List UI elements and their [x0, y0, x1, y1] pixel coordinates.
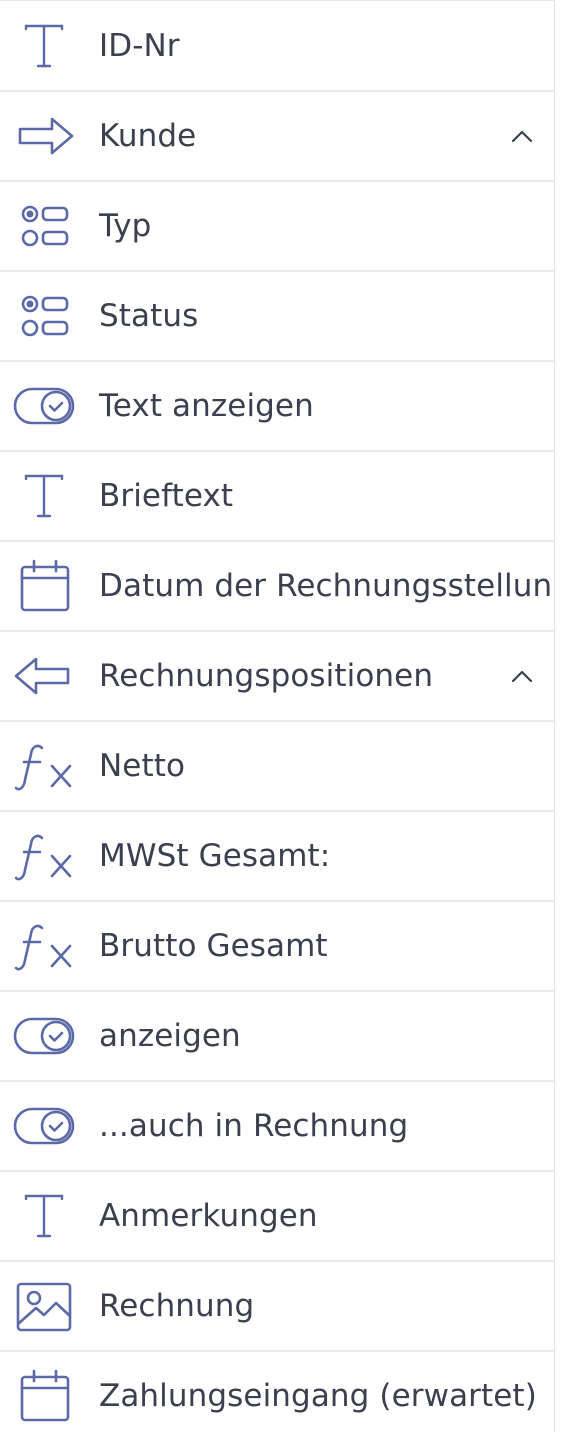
options-icon	[12, 288, 76, 344]
field-row[interactable]: anzeigen	[0, 992, 566, 1082]
field-row[interactable]: Text anzeigen	[0, 362, 566, 452]
field-row[interactable]: Netto	[0, 722, 566, 812]
field-label: Anmerkungen	[99, 1198, 318, 1234]
field-label: Rechnungspositionen	[99, 658, 434, 694]
text-icon	[12, 1188, 76, 1244]
field-label: Status	[99, 298, 199, 334]
toggle-check-icon	[12, 378, 76, 434]
field-label: Kunde	[99, 118, 197, 154]
arrow-left-icon	[12, 648, 76, 704]
field-label: Text anzeigen	[99, 388, 314, 424]
formula-icon	[12, 738, 76, 794]
field-label: Rechnung	[99, 1288, 255, 1324]
text-icon	[12, 468, 76, 524]
field-label: Zahlungseingang (erwartet)	[99, 1378, 537, 1414]
image-icon	[12, 1278, 76, 1334]
field-row[interactable]: Anmerkungen	[0, 1172, 566, 1262]
field-label: Brieftext	[99, 478, 234, 514]
field-row[interactable]: Typ	[0, 182, 566, 272]
toggle-check-icon	[12, 1098, 76, 1154]
text-icon	[12, 18, 76, 74]
arrow-right-icon	[12, 108, 76, 164]
field-label: Typ	[99, 208, 152, 244]
options-icon	[12, 198, 76, 254]
field-label: Datum der Rechnungsstellung	[99, 568, 566, 604]
toggle-check-icon	[12, 1008, 76, 1064]
field-label: Brutto Gesamt	[99, 928, 328, 964]
field-label: anzeigen	[99, 1018, 241, 1054]
field-label: MWSt Gesamt:	[99, 838, 331, 874]
chevron-up-icon[interactable]	[506, 120, 538, 152]
chevron-up-icon[interactable]	[506, 660, 538, 692]
field-list-panel: ID-Nr Kunde Typ Status Text anzeigen Bri…	[0, 0, 566, 1432]
field-row[interactable]: Status	[0, 272, 566, 362]
field-row[interactable]: ...auch in Rechnung	[0, 1082, 566, 1172]
field-label: ID-Nr	[99, 28, 180, 64]
field-row[interactable]: Datum der Rechnungsstellung	[0, 542, 566, 632]
field-row[interactable]: Kunde	[0, 92, 566, 182]
calendar-icon	[12, 558, 76, 614]
field-row[interactable]: Rechnungspositionen	[0, 632, 566, 722]
field-label: Netto	[99, 748, 186, 784]
calendar-icon	[12, 1368, 76, 1424]
field-row[interactable]: MWSt Gesamt:	[0, 812, 566, 902]
field-row[interactable]: Brutto Gesamt	[0, 902, 566, 992]
field-label: ...auch in Rechnung	[99, 1108, 409, 1144]
field-row[interactable]: Rechnung	[0, 1262, 566, 1352]
field-list: ID-Nr Kunde Typ Status Text anzeigen Bri…	[0, 2, 566, 1432]
top-divider	[0, 0, 566, 1]
formula-icon	[12, 918, 76, 974]
field-row[interactable]: Zahlungseingang (erwartet)	[0, 1352, 566, 1432]
field-row[interactable]: Brieftext	[0, 452, 566, 542]
panel-right-edge	[554, 0, 566, 1432]
formula-icon	[12, 828, 76, 884]
field-row[interactable]: ID-Nr	[0, 2, 566, 92]
